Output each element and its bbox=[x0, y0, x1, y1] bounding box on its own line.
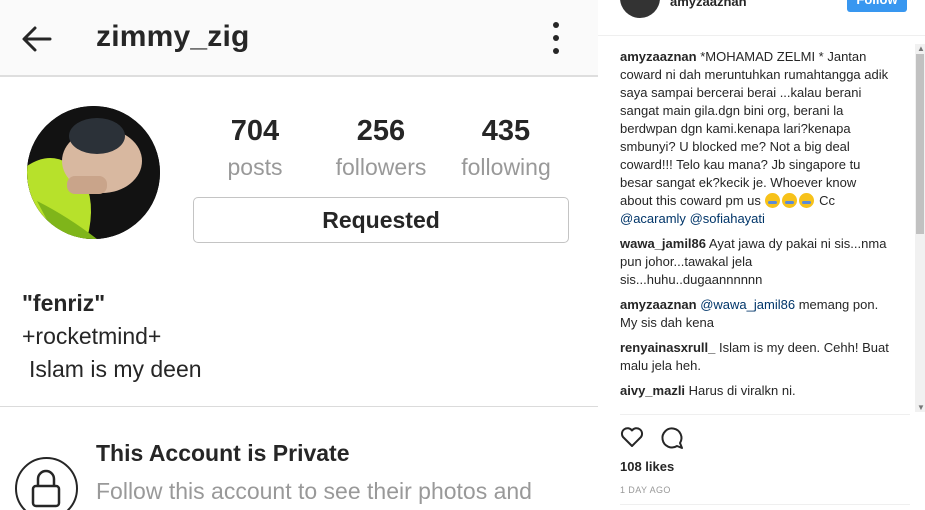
bio-line: Islam is my deen bbox=[29, 356, 202, 382]
post-header: amyzaaznan Follow bbox=[598, 0, 925, 36]
profile-bio: "fenriz" +rocketmind+ Islam is my deen bbox=[22, 287, 202, 386]
bio-line: +rocketmind+ bbox=[22, 323, 162, 349]
post-comments-panel: amyzaaznan Follow amyzaaznan *MOHAMAD ZE… bbox=[598, 0, 925, 510]
avatar-photo bbox=[27, 106, 160, 239]
profile-screenshot: zimmy_zig 704 posts 256 followers 435 fo… bbox=[0, 0, 598, 510]
scroll-down-arrow-icon[interactable]: ▼ bbox=[917, 403, 925, 412]
posts-count: 704 bbox=[230, 115, 280, 147]
comment-username[interactable]: renyainasxrull_ bbox=[620, 340, 715, 355]
comment-username[interactable]: wawa_jamil86 bbox=[620, 236, 706, 251]
profile-avatar[interactable] bbox=[27, 106, 160, 239]
comment-item: aivy_mazli Harus di viralkn ni. bbox=[620, 382, 890, 400]
comment-text: *MOHAMAD ZELMI * Jantan coward ni dah me… bbox=[620, 49, 889, 208]
lock-icon bbox=[15, 457, 78, 510]
mention-link[interactable]: @sofiahayati bbox=[690, 211, 765, 226]
comment-text: Cc bbox=[819, 193, 836, 208]
comment-item: amyzaaznan *MOHAMAD ZELMI * Jantan cowar… bbox=[620, 48, 890, 228]
heart-icon[interactable] bbox=[620, 426, 644, 448]
crying-laughing-emoji-icon bbox=[798, 193, 814, 208]
comment-icon[interactable] bbox=[660, 426, 684, 450]
comment-item: renyainasxrull_ Islam is my deen. Cehh! … bbox=[620, 339, 890, 375]
crying-laughing-emoji-icon bbox=[781, 193, 797, 208]
comments-scrollbar[interactable]: ▲ ▼ bbox=[915, 44, 925, 412]
likes-count[interactable]: 108 likes bbox=[620, 459, 674, 474]
more-vertical-icon[interactable] bbox=[548, 20, 564, 56]
followers-label: followers bbox=[335, 154, 427, 180]
comment-username[interactable]: amyzaaznan bbox=[620, 297, 697, 312]
back-arrow-icon[interactable] bbox=[20, 22, 54, 56]
divider bbox=[0, 406, 598, 407]
comment-item: wawa_jamil86 Ayat jawa dy pakai ni sis..… bbox=[620, 235, 890, 289]
mention-link[interactable]: @wawa_jamil86 bbox=[700, 297, 795, 312]
following-label: following bbox=[461, 154, 551, 180]
requested-button[interactable]: Requested bbox=[193, 197, 569, 243]
scrollbar-thumb[interactable] bbox=[916, 54, 924, 234]
comment-username[interactable]: aivy_mazli bbox=[620, 383, 685, 398]
comment-text: Harus di viralkn ni. bbox=[688, 383, 796, 398]
divider bbox=[620, 504, 910, 505]
private-account-subtitle: Follow this account to see their photos … bbox=[96, 478, 532, 504]
profile-username: zimmy_zig bbox=[96, 20, 250, 53]
comment-item: amyzaaznan @wawa_jamil86 memang pon. My … bbox=[620, 296, 890, 332]
mention-link[interactable]: @acaramly bbox=[620, 211, 686, 226]
posts-label: posts bbox=[227, 154, 283, 180]
divider bbox=[620, 414, 910, 415]
crying-laughing-emoji-icon bbox=[764, 193, 780, 208]
stat-followers[interactable]: 256 followers bbox=[311, 115, 451, 181]
stat-posts[interactable]: 704 posts bbox=[185, 115, 325, 181]
follow-button[interactable]: Follow bbox=[847, 0, 907, 12]
bio-name: "fenriz" bbox=[22, 290, 106, 316]
comment-username[interactable]: amyzaaznan bbox=[620, 49, 697, 64]
comments-list: amyzaaznan *MOHAMAD ZELMI * Jantan cowar… bbox=[620, 48, 890, 412]
post-author-username[interactable]: amyzaaznan bbox=[670, 0, 747, 9]
post-timestamp: 1 DAY AGO bbox=[620, 485, 671, 495]
profile-header: zimmy_zig bbox=[0, 0, 598, 77]
scroll-up-arrow-icon[interactable]: ▲ bbox=[917, 44, 925, 53]
stat-following[interactable]: 435 following bbox=[436, 115, 576, 181]
private-account-title: This Account is Private bbox=[96, 440, 350, 466]
following-count: 435 bbox=[481, 115, 531, 147]
followers-count: 256 bbox=[356, 115, 406, 147]
post-author-avatar[interactable] bbox=[620, 0, 660, 18]
